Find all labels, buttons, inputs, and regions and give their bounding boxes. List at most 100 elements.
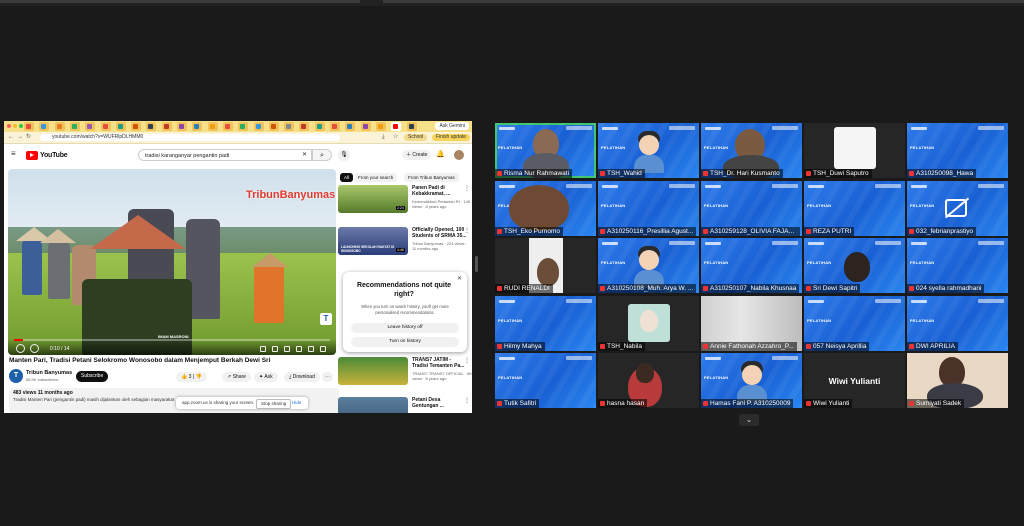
recommendation-item[interactable]: Petani Desa Gentungan ... ⋮ [338,397,472,413]
theater-icon[interactable] [308,346,314,352]
recommendation-item[interactable]: TRANS7 JATIM - Tradisi Temanten Pa... TRA… [338,357,472,389]
download-icon[interactable]: ⤓ [382,134,385,141]
browser-tab[interactable] [100,122,111,131]
filter-chip[interactable]: All [340,173,354,182]
participant-tile[interactable]: PELATIHANTSH_Eko Purnomo [495,181,596,236]
clear-search-icon[interactable]: ✕ [302,151,307,158]
reload-icon[interactable]: ↻ [26,134,31,141]
filter-chip[interactable]: From your search [354,173,398,182]
browser-tab[interactable] [391,122,402,131]
more-actions-icon[interactable]: ⋯ [322,372,333,382]
participant-tile[interactable]: PELATIHAN A310250108_Muh. Arya W. ... [598,238,699,293]
participant-tile[interactable]: TSH_Nabila [598,296,699,351]
participant-tile[interactable]: PELATIHAN Risma Nur Rahmawati [495,123,596,178]
browser-tab[interactable] [161,122,172,131]
ask-gemini-button[interactable]: Ask Gemini [435,122,469,130]
browser-tab[interactable] [146,122,157,131]
participant-tile[interactable]: RUDI RENALDI [495,238,596,293]
search-input[interactable]: tradisi karanganyar pengantin padi [138,149,312,161]
browser-tab[interactable] [115,122,126,131]
browser-tab[interactable] [222,122,233,131]
channel-avatar[interactable]: T [9,369,23,383]
back-icon[interactable]: ← [8,134,14,141]
bookmark-icon[interactable]: ☆ [393,134,398,141]
create-button[interactable]: ＋ Create [402,150,432,160]
browser-tab[interactable] [177,122,187,131]
window-controls[interactable] [7,124,23,128]
recommendation-title[interactable]: Officially Opened, 100 Students of SRMA … [412,227,468,239]
recommendation-title[interactable]: Petani Desa Gentungan ... [412,397,468,409]
participant-tile[interactable]: PELATIHAN TSH_Wahid [598,123,699,178]
participant-tile[interactable]: Wiwi Yulianti Wiwi Yulianti [804,353,905,408]
fullscreen-icon[interactable] [320,346,326,352]
turn-on-history-button[interactable]: Turn on history [351,337,459,347]
browser-tab[interactable] [39,122,50,131]
split-view-handle[interactable] [475,256,478,272]
ask-button[interactable]: ✦ Ask [254,372,278,382]
subtitles-icon[interactable] [272,346,278,352]
browser-tab[interactable] [54,122,65,131]
browser-tab[interactable] [406,122,417,131]
browser-tab[interactable] [192,122,203,131]
more-options-icon[interactable]: ⋮ [464,185,470,192]
recommendation-thumbnail[interactable]: 2:24 [338,185,408,213]
miniplayer-icon[interactable] [296,346,302,352]
menu-icon[interactable]: ≡ [11,149,16,158]
hide-button[interactable]: Hide [292,400,301,405]
browser-tab[interactable] [69,122,80,131]
video-player[interactable]: TribunBanyumas T IMAM MASRONI 0:10 / 14 [8,169,336,355]
participant-tile[interactable]: PELATIHAN 032_febrianprastiyo [907,181,1008,236]
channel-name[interactable]: Tribun Banyumas [26,370,72,376]
more-options-icon[interactable]: ⋮ [464,227,470,234]
youtube-logo[interactable]: YouTube [26,150,68,160]
forward-icon[interactable]: → [17,134,23,141]
profile-pill[interactable]: School [404,134,428,141]
more-options-icon[interactable]: ⋮ [464,357,470,364]
browser-tab[interactable] [345,122,356,131]
participant-tile[interactable]: PELATIHAN A310250116_Presillia Agust... [598,181,699,236]
browser-tab[interactable] [85,122,96,131]
recommendation-item[interactable]: LAUNCHING SEKOLAH RAKYAT DI WONOSOBO 4:46… [338,227,472,259]
play-icon[interactable] [16,344,25,353]
autoplay-toggle[interactable] [260,346,266,352]
participant-tile[interactable]: TSH_Duwi Saputro [804,123,905,178]
search-button[interactable]: ⌕ [312,149,332,161]
browser-tab[interactable] [131,122,142,131]
volume-icon[interactable] [30,344,39,353]
browser-tab[interactable] [284,122,295,131]
filter-chip[interactable]: From Tribun Banyumas [404,173,459,182]
subscribe-button[interactable]: Subscribe [76,371,109,382]
participant-tile[interactable]: Sumiyati Sadek [907,353,1008,408]
avatar[interactable] [454,150,464,160]
participant-tile[interactable]: hasna hasan [598,353,699,408]
download-button[interactable]: ⤓ Download [284,372,320,382]
browser-tab[interactable] [299,122,310,131]
participant-tile[interactable]: Annie Fathonah Azzahro_P... [701,296,802,351]
microphone-icon[interactable]: 🎙 [338,149,350,161]
like-button[interactable]: 👍 3 | 👎 [176,372,207,382]
participant-tile[interactable]: PELATIHAN 057 Neisya Aprillia [804,296,905,351]
leave-history-off-button[interactable]: Leave history off [351,323,459,333]
participant-tile[interactable]: PELATIHAN Hilmy Mahya [495,296,596,351]
browser-tab[interactable] [268,122,279,131]
browser-tab[interactable] [24,122,34,131]
participant-tile[interactable]: PELATIHAN Sri Dewi Sapitri [804,238,905,293]
finish-update-button[interactable]: Finish update [432,134,471,141]
participant-tile[interactable]: PELATIHAN Tutik Safitri [495,353,596,408]
settings-icon[interactable] [284,346,290,352]
browser-tab[interactable] [360,122,371,131]
recommendation-title[interactable]: Panen Padi di Kebakkramat, ... [412,185,468,197]
recommendation-thumbnail[interactable] [338,397,408,413]
browser-tab[interactable] [330,122,340,131]
share-button[interactable]: ↗ Share [222,372,251,382]
participant-tile[interactable]: PELATIHAN Hamas Fani P. A310250009 [701,353,802,408]
browser-tab[interactable] [207,122,218,131]
participant-tile[interactable]: PELATIHAN TSH_Dr. Hari Kusmanto [701,123,802,178]
recommendation-thumbnail[interactable] [338,357,408,385]
recommendation-title[interactable]: TRANS7 JATIM - Tradisi Temanten Pa... [412,357,468,369]
url-field[interactable]: youtube.com/watch?v=WUFRlpDLHMM0 [40,134,340,141]
recommendation-item[interactable]: 2:24 Panen Padi di Kebakkramat, ... Kemend… [338,185,472,217]
browser-tab[interactable] [314,122,325,131]
participant-tile[interactable]: PELATIHAN 024 syella rahmadhani [907,238,1008,293]
browser-tab[interactable] [253,122,264,131]
